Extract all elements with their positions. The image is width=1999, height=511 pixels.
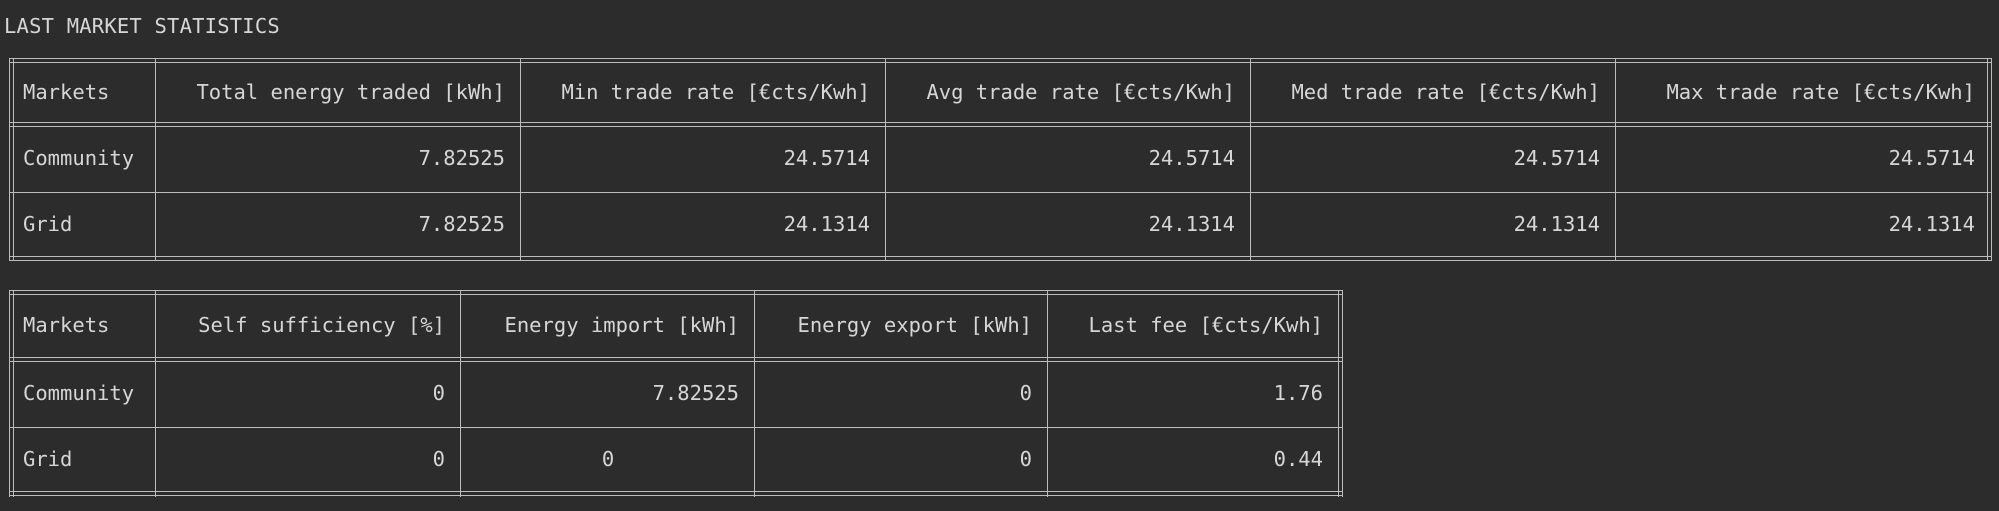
column-header: Markets <box>23 313 110 337</box>
table-row: Community 7.82525 24.5714 24.5714 24.571… <box>9 125 1991 191</box>
market-name-cell: Grid <box>23 212 73 236</box>
table-cell: 24.1314 <box>783 212 870 236</box>
column-header: Energy import [kWh] <box>504 313 740 337</box>
market-name-cell: Community <box>23 146 135 170</box>
column-header: Max trade rate [€cts/Kwh] <box>1666 79 1975 104</box>
table-cell: 0 <box>432 381 445 405</box>
table-cell: 7.82525 <box>652 381 739 405</box>
column-header: Avg trade rate [€cts/Kwh] <box>926 79 1235 104</box>
table-cell: 24.1314 <box>1513 212 1600 236</box>
market-name-cell: Grid <box>23 447 73 471</box>
market-statistics-table: Markets Total energy traded [kWh] Min tr… <box>9 58 1992 261</box>
table-row: Community 0 7.82525 0 1.76 <box>9 360 1339 426</box>
column-header: Med trade rate [€cts/Kwh] <box>1291 79 1600 104</box>
market-name-cell: Community <box>23 381 135 405</box>
page-title: LAST MARKET STATISTICS <box>4 14 280 38</box>
table-cell: 24.5714 <box>1888 146 1975 170</box>
table-cell: 1.76 <box>1273 381 1323 405</box>
table-cell: 24.5714 <box>1513 146 1600 170</box>
table-cell: 0 <box>1019 447 1032 471</box>
column-header: Last fee [€cts/Kwh] <box>1088 313 1324 337</box>
table-row: Grid 7.82525 24.1314 24.1314 24.1314 24.… <box>9 191 1991 257</box>
table-cell: 0 <box>601 447 615 471</box>
market-fees-table: Markets Self sufficiency [%] Energy impo… <box>9 290 1343 497</box>
column-header: Energy export [kWh] <box>797 313 1033 337</box>
table-cell: 24.1314 <box>1888 212 1975 236</box>
table-cell: 0 <box>1019 381 1032 405</box>
column-header: Markets <box>23 79 110 104</box>
column-header: Total energy traded [kWh] <box>196 79 505 104</box>
table-header-row: Markets Total energy traded [kWh] Min tr… <box>9 58 1991 125</box>
table-cell: 24.1314 <box>1148 212 1235 236</box>
table-cell: 0 <box>432 447 445 471</box>
column-header: Self sufficiency [%] <box>198 313 445 337</box>
table-cell: 0.44 <box>1273 447 1323 471</box>
table-cell: 7.82525 <box>418 146 505 170</box>
table-cell: 7.82525 <box>418 212 505 236</box>
table-row: Grid 0 0 0 0.44 <box>9 426 1339 492</box>
table-cell: 24.5714 <box>783 146 870 170</box>
table-header-row: Markets Self sufficiency [%] Energy impo… <box>9 290 1339 360</box>
column-header: Min trade rate [€cts/Kwh] <box>561 79 870 104</box>
table-cell: 24.5714 <box>1148 146 1235 170</box>
